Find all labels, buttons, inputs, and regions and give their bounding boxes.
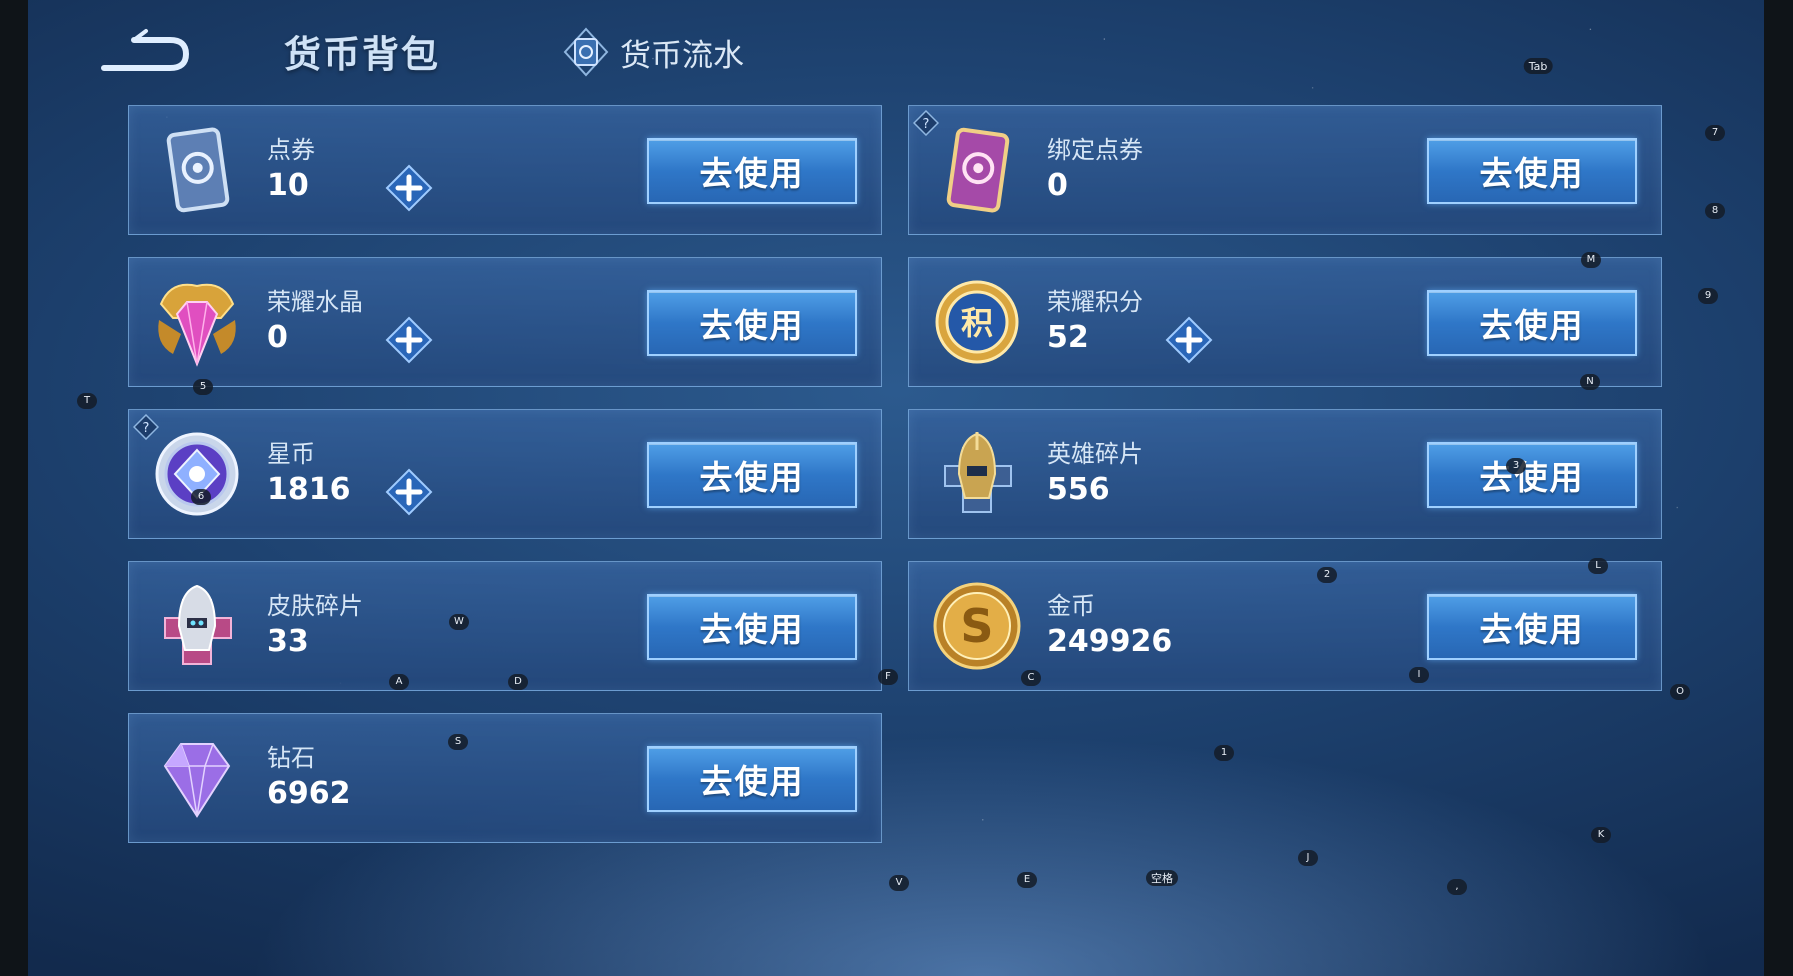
- key-hint-a: A: [389, 674, 409, 690]
- currency-amount: 0: [267, 320, 288, 355]
- svg-text:积: 积: [961, 304, 993, 342]
- currency-flow-icon: [563, 27, 609, 77]
- key-hint-tab: Tab: [1523, 58, 1553, 74]
- currency-name: 绑定点券: [1047, 136, 1143, 164]
- use-button[interactable]: 去使用: [647, 138, 857, 204]
- key-hint-2: 2: [1317, 567, 1337, 583]
- key-hint-o: O: [1670, 684, 1690, 700]
- currency-name: 荣耀水晶: [267, 288, 363, 316]
- currency-card-glory-crystal: 荣耀水晶 0 去使用: [128, 257, 882, 387]
- currency-card-voucher: 点券 10 去使用: [128, 105, 882, 235]
- use-button[interactable]: 去使用: [647, 442, 857, 508]
- key-hint-t: T: [77, 393, 97, 409]
- currency-name: 英雄碎片: [1047, 440, 1143, 468]
- tab-currency-flow[interactable]: 货币流水: [560, 24, 744, 80]
- use-button[interactable]: 去使用: [1427, 442, 1637, 508]
- svg-text:?: ?: [143, 421, 150, 436]
- hero-shard-helmet-icon: [944, 432, 1012, 513]
- currency-amount: 33: [267, 624, 309, 659]
- key-hint-n: N: [1580, 374, 1600, 390]
- key-hint-l: L: [1588, 558, 1608, 574]
- key-hint-1: 1: [1214, 745, 1234, 761]
- key-hint-6: 6: [191, 489, 211, 505]
- bound-voucher-card-icon: [946, 127, 1010, 213]
- glory-points-medal-icon: 积: [935, 280, 1019, 364]
- tab-currency-flow-label: 货币流水: [620, 37, 744, 74]
- key-hint-5: 5: [193, 379, 213, 395]
- currency-name: 皮肤碎片: [267, 592, 363, 620]
- key-hint-c: C: [1021, 670, 1041, 686]
- currency-card-star-coin: ? 星币 1816 去使用: [128, 409, 882, 539]
- currency-name: 金币: [1047, 592, 1095, 620]
- page-title: 货币背包: [284, 33, 440, 76]
- key-hint-i: I: [1409, 667, 1429, 683]
- use-button[interactable]: 去使用: [647, 594, 857, 660]
- voucher-card-icon: [166, 127, 230, 213]
- currency-amount: 6962: [267, 776, 351, 811]
- add-plus-icon[interactable]: [385, 164, 433, 212]
- use-button[interactable]: 去使用: [1427, 138, 1637, 204]
- currency-amount: 0: [1047, 168, 1068, 203]
- currency-name: 钻石: [267, 744, 315, 772]
- back-arrow-icon[interactable]: [100, 28, 190, 74]
- svg-text:S: S: [960, 599, 993, 653]
- currency-card-hero-shard: 英雄碎片 556 去使用: [908, 409, 1662, 539]
- game-screen: 货币背包 货币流水 点券 10 去使用 ? 绑定点券 0 去使用 荣耀水晶 0 …: [28, 0, 1764, 976]
- key-hint-9: 9: [1698, 288, 1718, 304]
- key-hint-3: 3: [1506, 458, 1526, 474]
- glory-crystal-icon: [158, 283, 236, 367]
- use-button[interactable]: 去使用: [1427, 594, 1637, 660]
- currency-card-bound-voucher: ? 绑定点券 0 去使用: [908, 105, 1662, 235]
- skin-shard-helmet-icon: [164, 584, 232, 665]
- key-hint-s: S: [448, 734, 468, 750]
- currency-card-diamond: 钻石 6962 去使用: [128, 713, 882, 843]
- star-coin-icon: [155, 432, 239, 516]
- key-hint-7: 7: [1705, 125, 1725, 141]
- key-hint-k: K: [1591, 827, 1611, 843]
- add-plus-icon[interactable]: [1165, 316, 1213, 364]
- key-hint-f: F: [878, 669, 898, 685]
- key-hint-j: J: [1298, 850, 1318, 866]
- use-button[interactable]: 去使用: [647, 746, 857, 812]
- key-hint-w: W: [449, 614, 469, 630]
- currency-amount: 556: [1047, 472, 1110, 507]
- add-plus-icon[interactable]: [385, 468, 433, 516]
- use-button[interactable]: 去使用: [1427, 290, 1637, 356]
- key-hint-d: D: [508, 674, 528, 690]
- key-hint-v: V: [889, 875, 909, 891]
- svg-text:?: ?: [923, 117, 930, 132]
- currency-card-skin-shard: 皮肤碎片 33 去使用: [128, 561, 882, 691]
- currency-card-glory-points: 积 荣耀积分 52 去使用: [908, 257, 1662, 387]
- currency-name: 星币: [267, 440, 315, 468]
- gold-coin-icon: S: [933, 582, 1021, 670]
- key-hint-e: E: [1017, 872, 1037, 888]
- diamond-icon: [163, 743, 231, 818]
- key-hint-8: 8: [1705, 203, 1725, 219]
- currency-amount: 52: [1047, 320, 1089, 355]
- key-hint-m: M: [1581, 252, 1601, 268]
- currency-amount: 10: [267, 168, 309, 203]
- key-hint-space: 空格: [1146, 870, 1178, 886]
- currency-amount: 249926: [1047, 624, 1173, 659]
- key-hint-comma: ,: [1447, 879, 1467, 895]
- currency-amount: 1816: [267, 472, 351, 507]
- add-plus-icon[interactable]: [385, 316, 433, 364]
- currency-name: 点券: [267, 136, 315, 164]
- currency-card-gold-coin: S 金币 249926 去使用: [908, 561, 1662, 691]
- use-button[interactable]: 去使用: [647, 290, 857, 356]
- currency-name: 荣耀积分: [1047, 288, 1143, 316]
